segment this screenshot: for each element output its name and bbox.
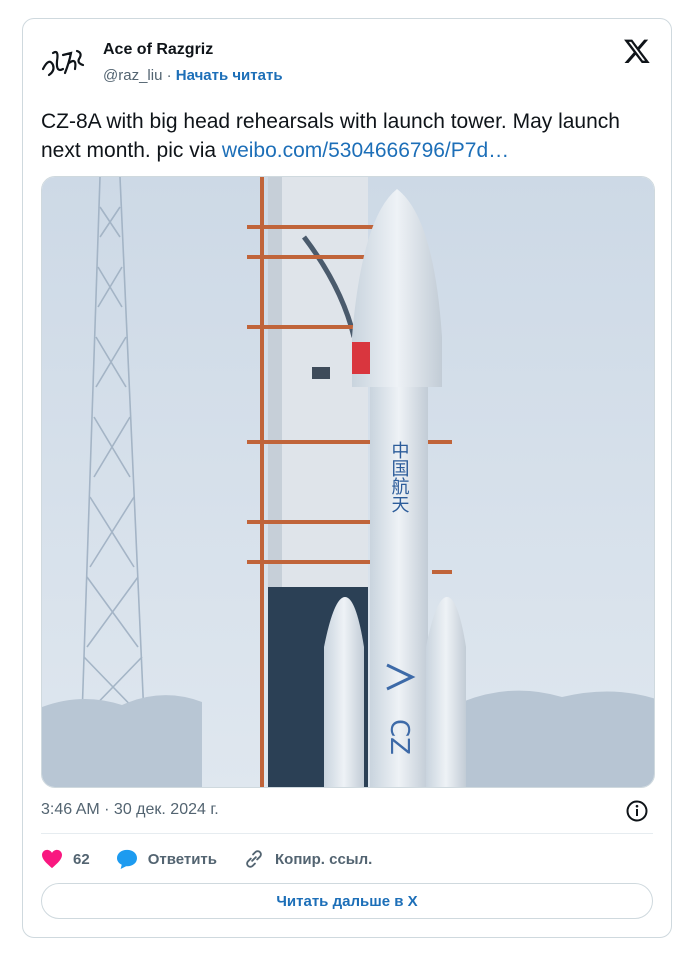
avatar[interactable] [39, 39, 87, 87]
tweet-photo[interactable]: 中国航天 CZ [41, 176, 655, 788]
rocket-lettering: 中国航天 [389, 441, 410, 513]
read-more-button[interactable]: Читать дальше в X [41, 883, 653, 919]
rocket-launch-photo: 中国航天 CZ [42, 177, 654, 787]
x-logo-icon[interactable] [623, 37, 651, 65]
copy-link-label: Копир. ссыл. [275, 850, 373, 868]
link-icon [246, 850, 262, 868]
booster-lettering: CZ [384, 719, 414, 755]
copy-link-button[interactable]: Копир. ссыл. [243, 848, 372, 870]
divider [41, 833, 653, 834]
reply-label: Ответить [147, 850, 218, 868]
like-button[interactable]: 62 [41, 849, 90, 869]
tweet-text: CZ-8A with big head rehearsals with laun… [41, 107, 653, 165]
reply-button[interactable]: Ответить [116, 849, 217, 869]
tweet-timestamp[interactable]: 3:46 AM · 30 дек. 2024 г. [41, 801, 219, 819]
like-count: 62 [73, 850, 90, 868]
handle-row: @raz_liu · Начать читать [103, 67, 283, 84]
follow-link[interactable]: Начать читать [176, 67, 283, 84]
heart-icon [42, 849, 62, 869]
info-icon[interactable] [625, 799, 649, 823]
action-bar: 62 Ответить Копир. ссыл. [41, 845, 398, 873]
author-name[interactable]: Ace of Razgriz [103, 41, 213, 59]
author-handle[interactable]: @raz_liu [103, 67, 162, 84]
tweet-embed-card: Ace of Razgriz @raz_liu · Начать читать … [22, 18, 672, 938]
handle-separator: · [166, 67, 172, 84]
tweet-link[interactable]: weibo.com/5304666796/P7d… [222, 139, 509, 162]
reply-bubble-icon [116, 849, 137, 869]
